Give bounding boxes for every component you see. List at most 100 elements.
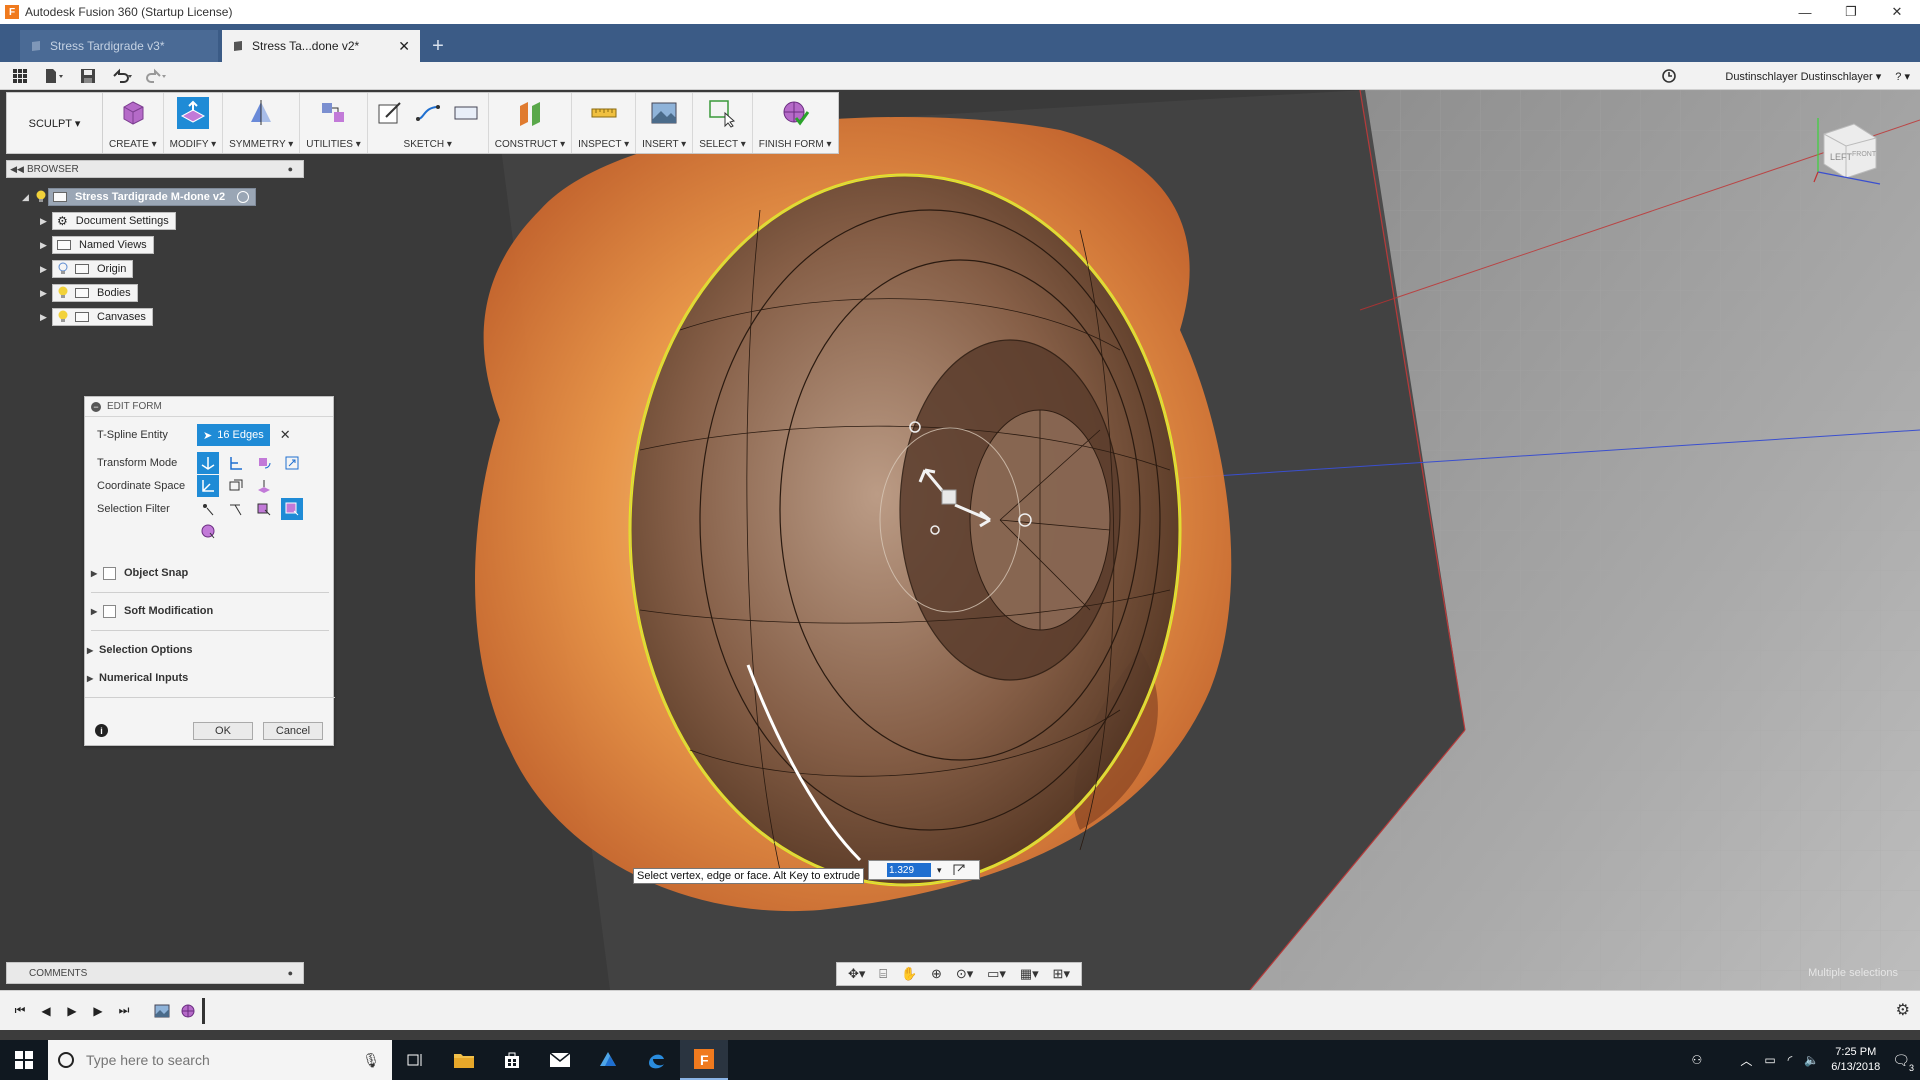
browser-item-bodies[interactable]: ▶ Bodies bbox=[40, 284, 138, 302]
fit-zoom-icon[interactable]: ⊙▾ bbox=[956, 966, 973, 982]
browser-panel-header[interactable]: ◀◀ BROWSER ● bbox=[6, 160, 304, 178]
workspace-switcher[interactable]: SCULPT ▾ bbox=[7, 93, 103, 153]
face-filter-icon[interactable] bbox=[253, 498, 275, 520]
volume-icon[interactable]: 🔈 bbox=[1804, 1053, 1819, 1067]
spline-icon[interactable] bbox=[412, 97, 444, 129]
browser-item-document-settings[interactable]: ▶ ⚙ Document Settings bbox=[40, 212, 176, 230]
taskbar-search-input[interactable] bbox=[86, 1052, 346, 1068]
new-tab-button[interactable]: + bbox=[424, 32, 452, 60]
browser-item-canvases[interactable]: ▶ Canvases bbox=[40, 308, 153, 326]
toolbar-group-inspect[interactable]: INSPECT ▾ bbox=[572, 93, 637, 153]
entity-selection-button[interactable]: ➤ 16 Edges bbox=[197, 424, 270, 446]
undo-icon[interactable] bbox=[108, 65, 136, 87]
minimize-button[interactable]: — bbox=[1782, 0, 1828, 24]
timeline-canvas-feature-icon[interactable] bbox=[150, 1000, 174, 1022]
expand-arrow-icon[interactable]: ▶ bbox=[40, 264, 52, 275]
toolbar-group-sketch[interactable]: SKETCH ▾ bbox=[368, 93, 489, 153]
timeline-settings-gear-icon[interactable]: ⚙ bbox=[1896, 1000, 1910, 1020]
mail-icon[interactable] bbox=[536, 1040, 584, 1080]
pin-icon[interactable]: ● bbox=[288, 164, 293, 174]
windows-start-button[interactable] bbox=[0, 1040, 48, 1080]
timeline-form-feature-icon[interactable] bbox=[176, 1000, 200, 1022]
comments-panel[interactable]: COMMENTS ● bbox=[6, 962, 304, 984]
measure-icon[interactable] bbox=[588, 97, 620, 129]
data-panel-grid-icon[interactable] bbox=[6, 65, 34, 87]
visibility-bulb-off-icon[interactable] bbox=[57, 262, 69, 276]
view-space-icon[interactable] bbox=[225, 475, 247, 497]
tab-stress-tardigrade-v3[interactable]: Stress Tardigrade v3* bbox=[20, 30, 218, 62]
taskbar-clock[interactable]: 7:25 PM 6/13/2018 bbox=[1831, 1045, 1880, 1075]
visibility-bulb-icon[interactable] bbox=[34, 190, 48, 204]
toolbar-group-symmetry[interactable]: SYMMETRY ▾ bbox=[223, 93, 301, 153]
wifi-icon[interactable]: ◜ bbox=[1788, 1053, 1793, 1067]
browser-root-node[interactable]: ◢ Stress Tardigrade M-done v2 bbox=[22, 188, 257, 206]
edit-form-header[interactable]: − EDIT FORM bbox=[85, 397, 333, 417]
maximize-button[interactable]: ❐ bbox=[1828, 0, 1874, 24]
collapse-dialog-icon[interactable]: − bbox=[91, 401, 101, 412]
toolbar-group-finish-form[interactable]: FINISH FORM ▾ bbox=[753, 93, 838, 153]
orbit-icon[interactable]: ✥▾ bbox=[848, 966, 865, 982]
soft-modification-section[interactable]: ▶ Soft Modification bbox=[91, 601, 213, 621]
toolbar-group-select[interactable]: SELECT ▾ bbox=[693, 93, 753, 153]
viewcube-front-face[interactable]: FRONT bbox=[1852, 151, 1877, 158]
collapse-browser-icon[interactable]: ◀◀ bbox=[7, 164, 27, 175]
expand-arrow-icon[interactable]: ▶ bbox=[40, 216, 52, 227]
expand-arrow-icon[interactable]: ▶ bbox=[40, 288, 52, 299]
symmetry-icon[interactable] bbox=[245, 97, 277, 129]
edge-filter-icon[interactable] bbox=[225, 498, 247, 520]
expand-arrow-icon[interactable]: ▶ bbox=[40, 240, 52, 251]
grid-settings-icon[interactable]: ▦▾ bbox=[1020, 966, 1039, 982]
task-view-icon[interactable] bbox=[392, 1040, 440, 1080]
go-to-start-icon[interactable]: ⏮ bbox=[8, 1000, 32, 1022]
viewcube[interactable]: LEFT FRONT bbox=[1810, 112, 1890, 192]
step-back-icon[interactable]: ◀ bbox=[34, 1000, 58, 1022]
go-to-end-icon[interactable]: ⏭ bbox=[112, 1000, 136, 1022]
toolbar-group-create[interactable]: CREATE ▾ bbox=[103, 93, 164, 153]
taskbar-search-box[interactable]: 🎙 bbox=[48, 1040, 392, 1080]
rotation-icon[interactable] bbox=[253, 452, 275, 474]
show-hidden-icons[interactable]: ︿ bbox=[1740, 1052, 1752, 1069]
object-filter-icon[interactable] bbox=[281, 498, 303, 520]
expand-arrow-icon[interactable]: ▶ bbox=[91, 607, 103, 616]
clear-selection-icon[interactable]: ✕ bbox=[280, 427, 291, 443]
help-menu[interactable]: ? ▾ bbox=[1895, 70, 1910, 83]
store-icon[interactable] bbox=[488, 1040, 536, 1080]
edge-browser-icon[interactable] bbox=[632, 1040, 680, 1080]
finish-form-icon[interactable] bbox=[779, 97, 811, 129]
visibility-bulb-icon[interactable] bbox=[57, 286, 69, 300]
scale-icon[interactable] bbox=[281, 452, 303, 474]
people-icon[interactable]: ⚇ bbox=[1692, 1053, 1703, 1067]
world-space-icon[interactable] bbox=[197, 475, 219, 497]
file-explorer-icon[interactable] bbox=[440, 1040, 488, 1080]
redo-icon[interactable] bbox=[142, 65, 170, 87]
rectangle-icon[interactable] bbox=[450, 97, 482, 129]
toolbar-group-utilities[interactable]: UTILITIES ▾ bbox=[300, 93, 368, 153]
activate-radio-icon[interactable] bbox=[237, 191, 250, 203]
insert-canvas-icon[interactable] bbox=[648, 97, 680, 129]
selection-options-section[interactable]: ▶ Selection Options bbox=[87, 640, 193, 660]
save-icon[interactable] bbox=[74, 65, 102, 87]
tab-close-icon[interactable]: ✕ bbox=[398, 38, 410, 55]
select-arrow-icon[interactable] bbox=[706, 97, 738, 129]
expand-arrow-icon[interactable]: ▶ bbox=[87, 646, 99, 655]
file-menu-icon[interactable] bbox=[40, 65, 68, 87]
expand-arrow-icon[interactable]: ▶ bbox=[91, 569, 103, 578]
utilities-icon[interactable] bbox=[317, 97, 349, 129]
toolbar-group-modify[interactable]: MODIFY ▾ bbox=[164, 93, 224, 153]
dropdown-arrow-icon[interactable]: ▾ bbox=[937, 865, 942, 876]
edit-form-icon[interactable] bbox=[176, 97, 209, 129]
look-at-icon[interactable]: ⌸ bbox=[879, 966, 887, 982]
toolbar-group-construct[interactable]: CONSTRUCT ▾ bbox=[489, 93, 573, 153]
visibility-bulb-icon[interactable] bbox=[57, 310, 69, 324]
zoom-icon[interactable]: ⊕ bbox=[931, 966, 942, 982]
toolbar-group-insert[interactable]: INSERT ▾ bbox=[636, 93, 694, 153]
multi-transform-icon[interactable] bbox=[197, 452, 219, 474]
notification-center-icon[interactable]: 🗨 3 bbox=[1892, 1052, 1914, 1073]
body-filter-icon[interactable] bbox=[197, 520, 219, 542]
pan-hand-icon[interactable]: ✋ bbox=[901, 966, 917, 982]
job-status-clock-icon[interactable] bbox=[1661, 68, 1677, 84]
browser-item-named-views[interactable]: ▶ Named Views bbox=[40, 236, 154, 254]
display-settings-icon[interactable]: ▭▾ bbox=[987, 966, 1006, 982]
numerical-inputs-section[interactable]: ▶ Numerical Inputs bbox=[87, 668, 188, 688]
step-forward-icon[interactable]: ▶ bbox=[86, 1000, 110, 1022]
